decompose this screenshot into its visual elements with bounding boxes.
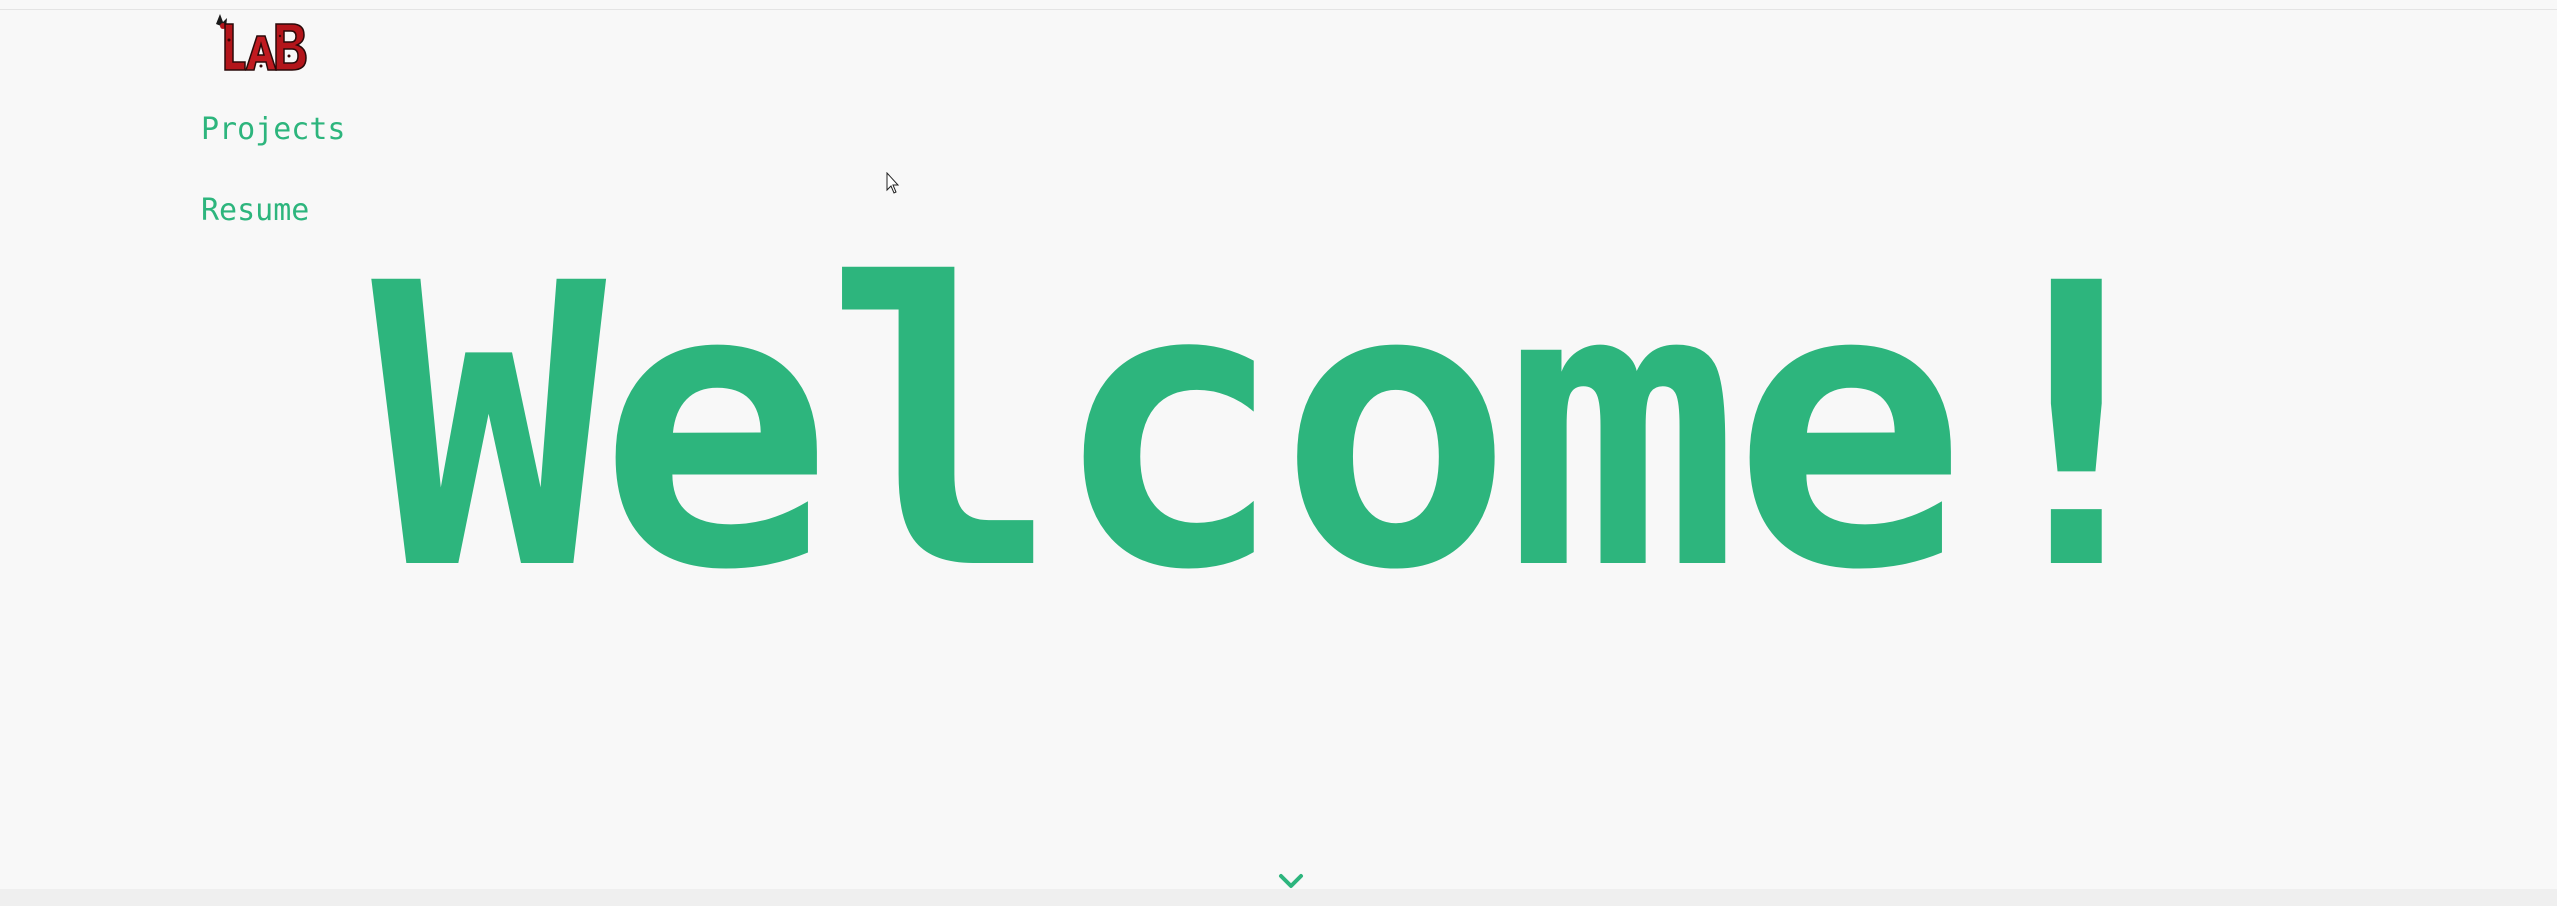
- top-divider: [0, 9, 2557, 10]
- hero-welcome-heading: Welcome!: [371, 201, 2193, 655]
- nav-resume-link[interactable]: Resume: [201, 193, 309, 229]
- site-logo[interactable]: [212, 10, 308, 76]
- scroll-down-button[interactable]: [1278, 871, 1304, 891]
- mouse-cursor-icon: [886, 172, 900, 194]
- lab-logo-icon: [216, 14, 307, 71]
- chevron-down-icon: [1279, 874, 1303, 888]
- footer-band: [0, 889, 2557, 906]
- nav-projects-link[interactable]: Projects: [201, 112, 346, 148]
